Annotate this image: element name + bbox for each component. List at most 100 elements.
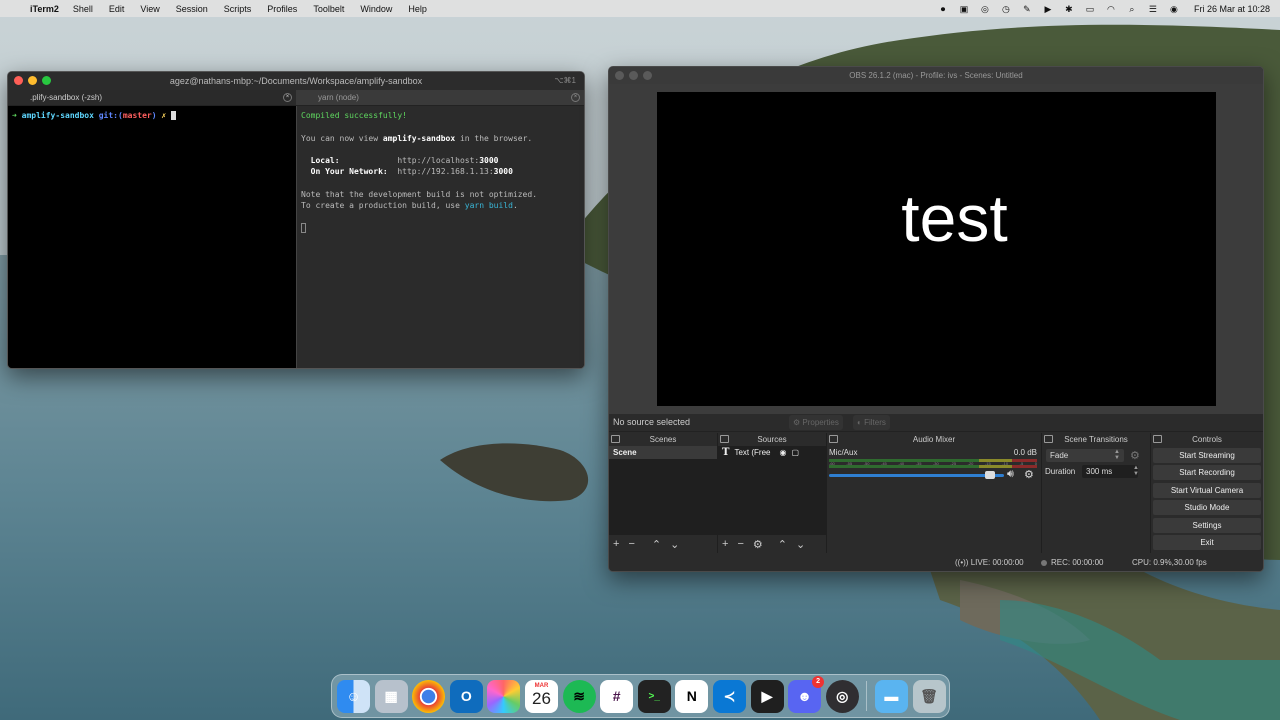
visibility-icon[interactable]: ◉ (779, 448, 786, 457)
cpu-status: CPU: 0.9%,30.00 fps (1132, 558, 1207, 567)
gear-icon[interactable]: ⚙ (753, 538, 763, 551)
close-icon[interactable] (14, 76, 23, 85)
move-up-icon[interactable]: ⌃ (778, 538, 787, 551)
close-icon[interactable] (615, 71, 624, 80)
dock-header: Controls (1151, 433, 1263, 446)
studio-mode-button[interactable]: Studio Mode (1153, 500, 1261, 516)
plex-icon[interactable]: ▶ (750, 679, 784, 713)
box-icon[interactable]: ▣ (959, 4, 969, 14)
close-tab-icon[interactable]: × (571, 93, 580, 102)
menu-app-name[interactable]: iTerm2 (30, 4, 59, 14)
terminal-pane-yarn[interactable]: Compiled successfully! You can now view … (297, 106, 584, 368)
iterm-titlebar[interactable]: agez@nathans-mbp:~/Documents/Workspace/a… (8, 72, 584, 90)
bluetooth-icon[interactable]: ✱ (1064, 4, 1074, 14)
folder-icon[interactable]: ▬ (874, 679, 908, 713)
menu-clock[interactable]: Fri 26 Mar at 10:28 (1194, 4, 1270, 14)
undock-icon[interactable] (1153, 435, 1162, 443)
launchpad-icon[interactable]: ▦ (374, 679, 408, 713)
terminal-icon[interactable]: >_ (637, 679, 671, 713)
tag-icon[interactable]: ✎ (1022, 4, 1032, 14)
menu-scripts[interactable]: Scripts (224, 4, 252, 14)
stepper-icon[interactable]: ▲ ▼ (1133, 465, 1139, 477)
filters-button[interactable]: ◐ Filters (853, 415, 890, 430)
start-streaming-button[interactable]: Start Streaming (1153, 448, 1261, 463)
add-icon[interactable]: + (722, 538, 728, 550)
add-icon[interactable]: + (613, 538, 619, 550)
minimize-icon[interactable] (28, 76, 37, 85)
duration-input[interactable]: 300 ms (1082, 465, 1138, 478)
program-preview[interactable]: test (657, 92, 1216, 406)
menu-profiles[interactable]: Profiles (267, 4, 297, 14)
remove-icon[interactable]: − (737, 538, 743, 550)
window-shortcut: ⌥⌘1 (554, 76, 576, 85)
move-up-icon[interactable]: ⌃ (652, 538, 661, 551)
terminal-pane-zsh[interactable]: ➜ amplify-sandbox git:(master) ✗ (8, 106, 297, 368)
zoom-icon[interactable] (42, 76, 51, 85)
source-item[interactable]: T Text (Free ◉ ▢ (718, 446, 826, 459)
start-recording-button[interactable]: Start Recording (1153, 465, 1261, 481)
spotlight-icon[interactable]: ⌕ (1127, 4, 1137, 14)
battery-icon[interactable]: ▭ (1085, 4, 1095, 14)
spotify-icon[interactable]: ≋ (562, 679, 596, 713)
dock-separator (866, 681, 868, 711)
zoom-icon[interactable] (643, 71, 652, 80)
outlook-icon[interactable]: O (449, 679, 483, 713)
move-down-icon[interactable]: ⌄ (796, 538, 805, 551)
volume-slider-handle[interactable] (985, 471, 996, 479)
vscode-icon[interactable]: ≺ (712, 679, 746, 713)
menu-shell[interactable]: Shell (73, 4, 93, 14)
discord-icon[interactable]: ☻ 2 (788, 675, 825, 713)
clock-icon[interactable]: ◷ (1001, 4, 1011, 14)
siri-icon[interactable]: ◉ (1169, 4, 1179, 14)
control-center-icon[interactable]: ☰ (1148, 4, 1158, 14)
calendar-icon[interactable]: MAR 26 (524, 679, 558, 713)
record-icon[interactable]: ⏺ (938, 4, 948, 14)
undock-icon[interactable] (611, 435, 620, 443)
menu-window[interactable]: Window (360, 4, 392, 14)
wifi-icon[interactable]: ◠ (1106, 4, 1116, 14)
calendar-day: 26 (532, 688, 551, 708)
cursor-line (301, 223, 580, 234)
remove-icon[interactable]: − (628, 538, 634, 550)
undock-icon[interactable] (720, 435, 729, 443)
gear-icon[interactable]: ⚙ (1024, 468, 1034, 481)
start-virtual-camera-button[interactable]: Start Virtual Camera (1153, 482, 1261, 498)
obs-titlebar[interactable]: OBS 26.1.2 (mac) - Profile: ivs - Scenes… (609, 67, 1263, 84)
play-icon[interactable]: ▶ (1043, 4, 1053, 14)
mixer-channel-row: Mic/Aux 0.0 dB (829, 448, 1037, 457)
transitions-body: Fade ▲ ▼ ⚙ Duration 300 ms ▲ ▼ (1042, 446, 1150, 553)
sources-dock: Sources T Text (Free ◉ ▢ + − ⚙ ⌃ ⌄ (718, 433, 827, 553)
gear-icon[interactable]: ⚙ (1130, 449, 1140, 462)
notion-icon[interactable]: N (675, 679, 709, 713)
slack-icon[interactable]: # (600, 679, 634, 713)
volume-slider[interactable] (829, 474, 1004, 477)
settings-button[interactable]: Settings (1153, 517, 1261, 533)
menu-view[interactable]: View (140, 4, 159, 14)
menu-session[interactable]: Session (176, 4, 208, 14)
properties-button[interactable]: ⚙ Properties (789, 415, 843, 430)
tab-label: .plify-sandbox (-zsh) (30, 93, 103, 102)
menu-extras: ⏺ ▣ ◎ ◷ ✎ ▶ ✱ ▭ ◠ ⌕ ☰ ◉ Fri 26 Mar at 10… (938, 0, 1270, 17)
duration-label: Duration (1045, 467, 1076, 476)
transition-select[interactable]: Fade ▲ ▼ (1046, 449, 1124, 462)
trash-icon[interactable]: 🗑︎ (912, 679, 946, 713)
tab-yarn[interactable]: yarn (node) × (296, 90, 584, 105)
obs-status-icon[interactable]: ◎ (980, 4, 990, 14)
move-down-icon[interactable]: ⌄ (670, 538, 679, 551)
scene-item[interactable]: Scene (609, 446, 717, 459)
finder-icon[interactable]: ☺ (337, 679, 370, 713)
chrome-icon[interactable] (412, 679, 446, 713)
obs-icon[interactable]: ◎ (825, 679, 859, 713)
close-tab-icon[interactable]: × (283, 93, 292, 102)
menu-edit[interactable]: Edit (109, 4, 125, 14)
menu-toolbelt[interactable]: Toolbelt (313, 4, 344, 14)
exit-button[interactable]: Exit (1153, 534, 1261, 550)
photos-icon[interactable] (487, 679, 521, 713)
minimize-icon[interactable] (629, 71, 638, 80)
lock-icon[interactable]: ▢ (791, 448, 799, 457)
undock-icon[interactable] (829, 435, 838, 443)
tab-zsh[interactable]: .plify-sandbox (-zsh) × (8, 90, 296, 105)
undock-icon[interactable] (1044, 435, 1053, 443)
menu-help[interactable]: Help (408, 4, 427, 14)
speaker-icon[interactable]: 🔊︎ (1007, 468, 1014, 481)
